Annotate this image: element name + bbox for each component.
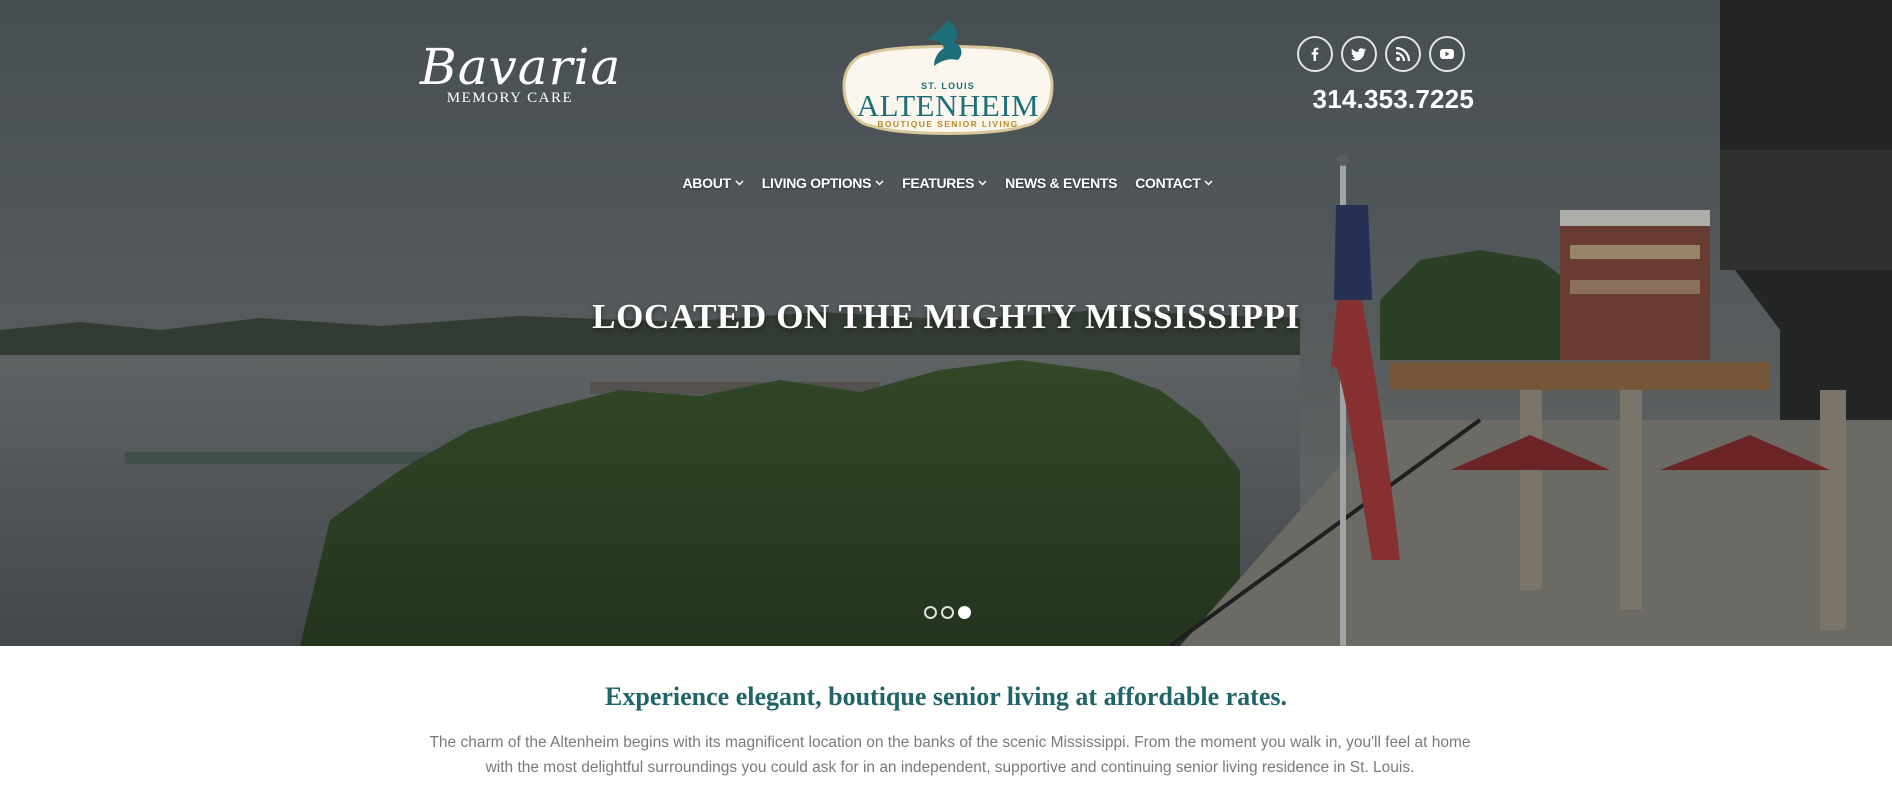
- chevron-down-icon: [1204, 180, 1214, 186]
- facebook-icon: [1311, 47, 1319, 61]
- chevron-down-icon: [978, 180, 987, 186]
- nav-news-events-label: NEWS & EVENTS: [1005, 175, 1118, 191]
- altenheim-logo[interactable]: ST. LOUIS ALTENHEIM BOUTIQUE SENIOR LIVI…: [838, 14, 1058, 138]
- nav-living-options-label: LIVING OPTIONS: [761, 175, 872, 191]
- intro-section: Experience elegant, boutique senior livi…: [0, 646, 1892, 803]
- nav-features-label: FEATURES: [902, 175, 975, 191]
- youtube-icon: [1440, 49, 1454, 59]
- chevron-down-icon: [735, 180, 744, 186]
- bavaria-logo-script: Bavaria: [420, 38, 622, 96]
- facebook-button[interactable]: [1297, 36, 1333, 72]
- slider-dots: [924, 606, 971, 619]
- chevron-down-icon: [875, 180, 884, 186]
- nav-contact[interactable]: CONTACT: [1135, 172, 1214, 194]
- nav-living-options[interactable]: LIVING OPTIONS: [762, 172, 884, 194]
- bavaria-memory-care-logo[interactable]: Bavaria MEMORY CARE: [420, 38, 622, 114]
- slider-dot-2[interactable]: [941, 606, 954, 619]
- twitter-icon: [1351, 48, 1366, 61]
- bavaria-logo-sub: MEMORY CARE: [446, 90, 574, 106]
- social-links: [1297, 36, 1465, 72]
- nav-about-label: ABOUT: [682, 175, 732, 191]
- intro-body: The charm of the Altenheim begins with i…: [429, 734, 1471, 776]
- slider-dot-1[interactable]: [924, 606, 937, 619]
- altenheim-logo-tagline: BOUTIQUE SENIOR LIVING: [877, 119, 1019, 129]
- altenheim-logo-name: ALTENHEIM: [856, 88, 1040, 123]
- nav-features[interactable]: FEATURES: [902, 172, 987, 194]
- twitter-button[interactable]: [1341, 36, 1377, 72]
- intro-heading: Experience elegant, boutique senior livi…: [605, 682, 1287, 711]
- nav-contact-label: CONTACT: [1135, 175, 1201, 191]
- youtube-button[interactable]: [1429, 36, 1465, 72]
- slider-dot-3[interactable]: [958, 606, 971, 619]
- rss-button[interactable]: [1385, 36, 1421, 72]
- nav-about[interactable]: ABOUT: [683, 172, 744, 194]
- hero-slider: Bavaria MEMORY CARE ST. LOUIS ALTENHEIM …: [0, 0, 1892, 646]
- nav-news-events[interactable]: NEWS & EVENTS: [1005, 172, 1117, 194]
- phone-number[interactable]: 314.353.7225: [1300, 84, 1474, 115]
- main-nav: ABOUT LIVING OPTIONS FEATURES NEWS & EVE…: [0, 172, 1892, 194]
- rss-icon: [1395, 46, 1411, 62]
- hero-caption: LOCATED ON THE MIGHTY MISSISSIPPI: [592, 297, 1300, 336]
